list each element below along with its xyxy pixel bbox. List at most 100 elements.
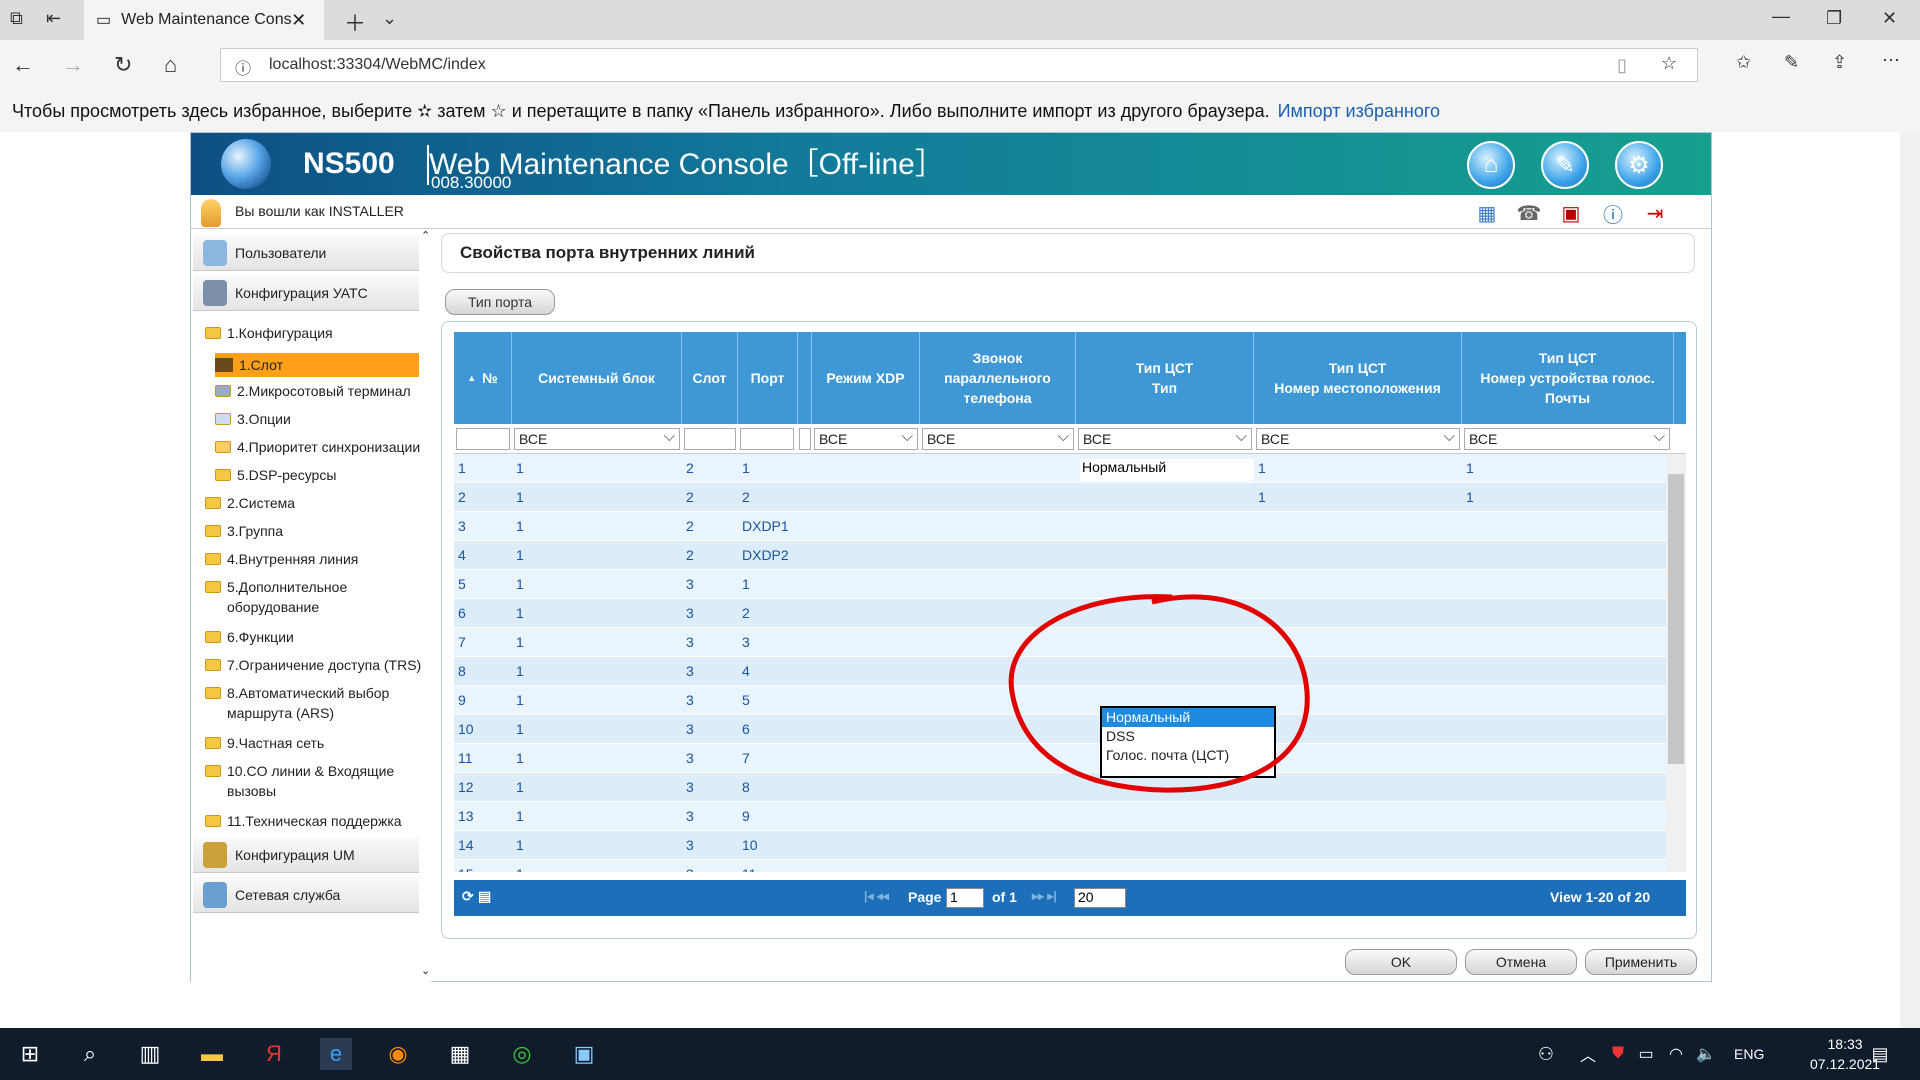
tree-item-dsp[interactable]: 5.DSP-ресурсы (215, 465, 336, 485)
task-view-icon[interactable]: ▥ (134, 1038, 166, 1070)
tree-item-extension[interactable]: 4.Внутренняя линия (205, 549, 358, 569)
set-aside-tabs-icon[interactable]: ⇤ (46, 8, 61, 29)
address-bar[interactable]: ⓘ localhost:33304/WebMC/index ▯ ☆ (220, 48, 1698, 82)
page-scrollbar[interactable] (1900, 132, 1920, 1028)
calculator-icon[interactable]: ▦ (444, 1038, 476, 1070)
close-window-icon[interactable]: ✕ (1882, 8, 1897, 29)
table-row[interactable]: 3 1 2 DXDP1 (454, 512, 1666, 541)
ok-button[interactable]: OK (1345, 949, 1457, 975)
phone-icon[interactable]: ☎ (1515, 199, 1543, 227)
tree-item-ars[interactable]: 8.Автоматический выбор маршрута (ARS) (205, 683, 389, 723)
volume-icon[interactable]: 🔈 (1690, 1038, 1722, 1070)
tree-item-config[interactable]: 1.Конфигурация (205, 323, 333, 343)
rows-per-page-select[interactable]: 20 (1074, 888, 1126, 908)
col-no[interactable]: ▲ № (454, 332, 512, 424)
page-input[interactable]: 1 (946, 888, 984, 908)
first-page-icon[interactable]: |◂ ◂◂ (864, 889, 889, 903)
sidebar-scrollbar[interactable]: ⌃ ⌄ (421, 230, 431, 977)
tree-item-system[interactable]: 2.Система (205, 493, 295, 513)
firefox-icon[interactable]: ◉ (382, 1038, 414, 1070)
filter-parallel-ring[interactable]: ВСЕ (922, 427, 1074, 450)
tree-item-co-lines[interactable]: 10.CO линии & Входящие вызовы (205, 761, 394, 801)
info-circle-icon[interactable]: ⓘ (1599, 199, 1627, 227)
calendar-icon[interactable]: ▦ (1473, 199, 1501, 227)
yandex-browser-icon[interactable]: Я (258, 1038, 290, 1070)
col-parallel-ring[interactable]: Звонок параллельного телефона (920, 332, 1076, 424)
col-pt-type[interactable]: Тип ЦСТ Тип (1076, 332, 1254, 424)
edge-browser-icon[interactable]: e (320, 1038, 352, 1070)
filter-port-input[interactable] (740, 428, 794, 450)
filter-xdp-mode[interactable]: ВСЕ (814, 427, 918, 450)
scroll-thumb[interactable] (1668, 474, 1684, 764)
windows-start-icon[interactable]: ⊞ (14, 1038, 46, 1070)
section-um-config[interactable]: Конфигурация UM (193, 837, 419, 873)
logout-icon[interactable]: ⇥ (1641, 199, 1669, 227)
tools-icon[interactable]: ✎ (1541, 141, 1589, 189)
tree-item-private-network[interactable]: 9.Частная сеть (205, 733, 324, 753)
star-icon[interactable]: ☆ (1661, 53, 1677, 74)
col-port[interactable]: Порт (738, 332, 798, 424)
tab-list-icon[interactable]: ⌄ (382, 8, 397, 29)
grid-vertical-scrollbar[interactable] (1666, 454, 1686, 872)
chrome-icon[interactable]: ◎ (506, 1038, 538, 1070)
refresh-icon[interactable]: ↻ (114, 52, 132, 78)
apply-button[interactable]: Применить (1585, 949, 1697, 975)
filter-vm-device[interactable]: ВСЕ (1464, 427, 1670, 450)
col-xdp-mode[interactable]: Режим XDP (812, 332, 920, 424)
people-icon[interactable]: ⚇ (1530, 1038, 1562, 1070)
tree-item-group[interactable]: 3.Группа (205, 521, 283, 541)
share-icon[interactable]: ⇪ (1832, 52, 1847, 73)
battery-icon[interactable]: ▭ (1630, 1038, 1662, 1070)
notifications-icon[interactable]: ▤ (1864, 1038, 1896, 1070)
minimize-icon[interactable]: — (1772, 6, 1790, 27)
filter-system-block[interactable]: ВСЕ (514, 427, 680, 450)
save-icon[interactable]: ▣ (1557, 199, 1585, 227)
info-icon[interactable]: ⓘ (235, 55, 251, 79)
favorites-icon[interactable]: ✩ (1736, 52, 1751, 73)
language-indicator[interactable]: ENG (1734, 1046, 1764, 1062)
section-users[interactable]: Пользователи (193, 235, 419, 271)
section-network-service[interactable]: Сетевая служба (193, 877, 419, 913)
table-row[interactable]: 13 1 3 9 (454, 802, 1666, 831)
settings-gear-icon[interactable]: ⚙ (1615, 141, 1663, 189)
filter-location-number[interactable]: ВСЕ (1256, 427, 1460, 450)
filter-pt-type[interactable]: ВСЕ (1078, 427, 1252, 450)
app-window-icon[interactable]: ▣ (568, 1038, 600, 1070)
table-row[interactable]: 4 1 2 DXDP2 (454, 541, 1666, 570)
table-row[interactable]: 14 1 3 10 (454, 831, 1666, 860)
port-type-button[interactable]: Тип порта (445, 289, 555, 315)
next-page-icon[interactable]: ▸▸ ▸| (1032, 889, 1057, 903)
restore-icon[interactable]: ❐ (1826, 8, 1842, 29)
close-tab-icon[interactable]: ✕ (291, 10, 306, 31)
table-row[interactable]: 1 1 2 1 Нормальный 1 1 (454, 454, 1666, 483)
tree-item-sync[interactable]: 4.Приоритет синхронизации (215, 437, 420, 457)
table-row[interactable]: 2 1 2 2 1 1 (454, 483, 1666, 512)
tree-item-microcell[interactable]: 2.Микросотовый терминал (215, 381, 411, 401)
tab-actions-icon[interactable]: ⧉ (10, 8, 23, 29)
col-location-number[interactable]: Тип ЦСТ Номер местоположения (1254, 332, 1462, 424)
import-favorites-link[interactable]: Импорт избранного (1278, 101, 1440, 122)
back-icon[interactable]: ← (12, 52, 34, 78)
home-icon[interactable]: ⌂ (164, 52, 177, 78)
file-explorer-icon[interactable]: ▬ (196, 1038, 228, 1070)
reading-view-icon[interactable]: ▯ (1617, 55, 1627, 76)
browser-tab[interactable]: ▭ Web Maintenance Cons ✕ (84, 0, 324, 40)
section-pbx-config[interactable]: Конфигурация УАТС (193, 275, 419, 311)
table-row[interactable]: 151311 (454, 860, 1666, 872)
filter-no-input[interactable] (456, 428, 510, 450)
col-vm-device-number[interactable]: Тип ЦСТ Номер устройства голос. Почты (1462, 332, 1674, 424)
search-icon[interactable]: ⌕ (74, 1038, 106, 1070)
tree-item-trs[interactable]: 7.Ограничение доступа (TRS) (205, 655, 421, 675)
pen-icon[interactable]: ✎ (1784, 52, 1799, 73)
tree-item-features[interactable]: 6.Функции (205, 627, 294, 647)
tree-item-optional-equipment[interactable]: 5.Дополнительное оборудование (205, 577, 347, 617)
col-slot[interactable]: Слот (682, 332, 738, 424)
wifi-icon[interactable]: ◠ (1660, 1038, 1692, 1070)
filter-slot-input[interactable] (684, 428, 736, 450)
cancel-button[interactable]: Отмена (1465, 949, 1577, 975)
tree-item-options[interactable]: 3.Опции (215, 409, 291, 429)
col-system-block[interactable]: Системный блок (512, 332, 682, 424)
tray-chevron-icon[interactable]: ︿ (1572, 1038, 1604, 1070)
refresh-grid-icon[interactable]: ⟳ (462, 888, 474, 905)
tree-item-support[interactable]: 11.Техническая поддержка (205, 811, 402, 831)
